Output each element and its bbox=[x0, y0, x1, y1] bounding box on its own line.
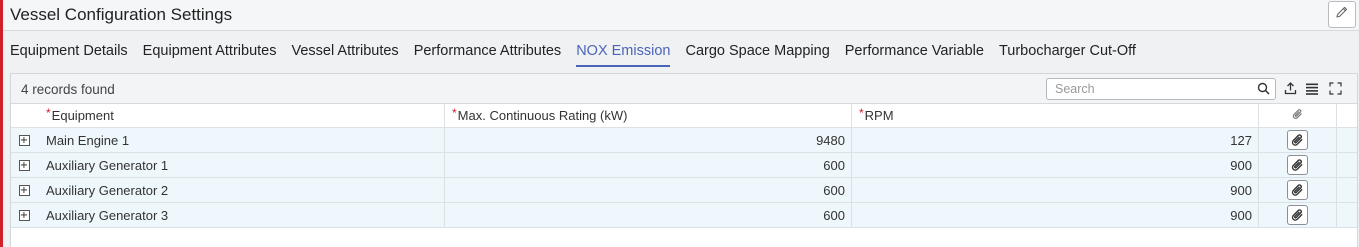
tab-vessel-attributes[interactable]: Vessel Attributes bbox=[291, 43, 398, 67]
column-header-rpm[interactable]: * RPM bbox=[852, 104, 1259, 127]
tab-performance-attributes[interactable]: Performance Attributes bbox=[414, 43, 562, 67]
expand-cell: + bbox=[11, 153, 37, 177]
attachment-button[interactable] bbox=[1287, 205, 1308, 225]
attachment-cell bbox=[1259, 203, 1337, 227]
required-marker: * bbox=[46, 105, 51, 120]
equipment-cell[interactable]: Auxiliary Generator 2 bbox=[37, 178, 445, 202]
grid-toolbar: 4 records found bbox=[11, 74, 1357, 104]
export-icon[interactable] bbox=[1284, 82, 1297, 100]
expand-row-button[interactable]: + bbox=[18, 209, 30, 221]
expand-row-button[interactable]: + bbox=[18, 159, 30, 171]
mcr-cell[interactable]: 600 bbox=[445, 153, 852, 177]
table-row[interactable]: + Main Engine 1 9480 127 bbox=[11, 128, 1357, 153]
tab-turbocharger-cut-off[interactable]: Turbocharger Cut-Off bbox=[999, 43, 1136, 67]
expand-cell: + bbox=[11, 178, 37, 202]
records-count: 4 records found bbox=[21, 82, 115, 97]
table-row[interactable]: + Auxiliary Generator 1 600 900 bbox=[11, 153, 1357, 178]
grid-panel: 4 records found Search * Equipment * Max… bbox=[10, 73, 1358, 247]
tab-cargo-space-mapping[interactable]: Cargo Space Mapping bbox=[685, 43, 829, 67]
expand-cell: + bbox=[11, 128, 37, 152]
paperclip-icon bbox=[1291, 134, 1303, 146]
pencil-icon bbox=[1335, 5, 1349, 24]
expand-column-header bbox=[11, 104, 37, 127]
attachment-cell bbox=[1259, 178, 1337, 202]
paperclip-icon bbox=[1292, 108, 1304, 123]
mcr-cell[interactable]: 9480 bbox=[445, 128, 852, 152]
attachment-cell bbox=[1259, 153, 1337, 177]
columns-icon[interactable] bbox=[1305, 82, 1319, 100]
data-grid: * Equipment * Max. Continuous Rating (kW) … bbox=[11, 104, 1357, 228]
rpm-cell[interactable]: 127 bbox=[852, 128, 1259, 152]
table-row[interactable]: + Auxiliary Generator 2 600 900 bbox=[11, 178, 1357, 203]
tab-nox-emission[interactable]: NOX Emission bbox=[576, 43, 671, 67]
table-row[interactable]: + Auxiliary Generator 3 600 900 bbox=[11, 203, 1357, 228]
search-input[interactable] bbox=[1047, 79, 1247, 99]
expand-row-button[interactable]: + bbox=[18, 184, 30, 196]
table-header-row: * Equipment * Max. Continuous Rating (kW) … bbox=[11, 104, 1357, 128]
rpm-cell[interactable]: 900 bbox=[852, 153, 1259, 177]
equipment-cell[interactable]: Auxiliary Generator 3 bbox=[37, 203, 445, 227]
rpm-cell[interactable]: 900 bbox=[852, 203, 1259, 227]
attachment-button[interactable] bbox=[1287, 180, 1308, 200]
paperclip-icon bbox=[1291, 209, 1303, 221]
search-icon[interactable] bbox=[1257, 82, 1270, 100]
column-header-equipment[interactable]: * Equipment bbox=[37, 104, 445, 127]
attachment-button[interactable] bbox=[1287, 155, 1308, 175]
page-title: Vessel Configuration Settings bbox=[10, 5, 233, 24]
attachment-button[interactable] bbox=[1287, 130, 1308, 150]
equipment-cell[interactable]: Auxiliary Generator 1 bbox=[37, 153, 445, 177]
required-marker: * bbox=[859, 105, 864, 120]
expand-row-button[interactable]: + bbox=[18, 134, 30, 146]
tab-equipment-details[interactable]: Equipment Details bbox=[10, 43, 128, 67]
mcr-cell[interactable]: 600 bbox=[445, 203, 852, 227]
expand-cell: + bbox=[11, 203, 37, 227]
tab-performance-variable[interactable]: Performance Variable bbox=[845, 43, 984, 67]
left-accent-bar bbox=[0, 0, 3, 247]
tab-equipment-attributes[interactable]: Equipment Attributes bbox=[143, 43, 277, 67]
attachment-cell bbox=[1259, 128, 1337, 152]
paperclip-icon bbox=[1291, 159, 1303, 171]
mcr-cell[interactable]: 600 bbox=[445, 178, 852, 202]
edit-button[interactable] bbox=[1328, 1, 1356, 28]
tab-bar: Equipment Details Equipment Attributes V… bbox=[10, 43, 1151, 67]
search-box[interactable] bbox=[1046, 78, 1276, 100]
paperclip-icon bbox=[1291, 184, 1303, 196]
fullscreen-icon[interactable] bbox=[1329, 82, 1342, 100]
equipment-cell[interactable]: Main Engine 1 bbox=[37, 128, 445, 152]
column-header-mcr[interactable]: * Max. Continuous Rating (kW) bbox=[445, 104, 852, 127]
column-header-attachments bbox=[1259, 104, 1337, 127]
required-marker: * bbox=[452, 105, 457, 120]
page-header: Vessel Configuration Settings bbox=[3, 0, 1359, 31]
rpm-cell[interactable]: 900 bbox=[852, 178, 1259, 202]
